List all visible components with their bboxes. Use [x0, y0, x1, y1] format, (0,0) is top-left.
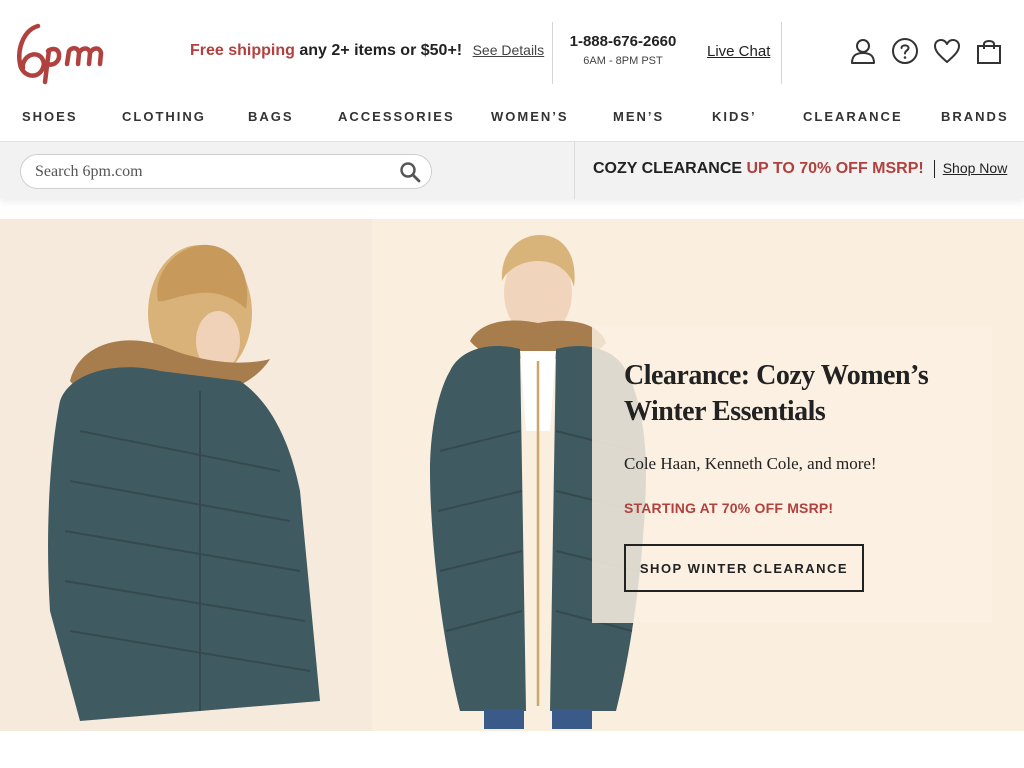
shopping-bag-icon [977, 40, 1001, 64]
nav-item-bags[interactable]: BAGS [248, 109, 294, 124]
banner-separator [933, 160, 935, 178]
shop-now-link[interactable]: Shop Now [943, 160, 1008, 176]
phone-hours: 6AM - 8PM PST [583, 55, 663, 67]
account-button[interactable] [848, 34, 878, 68]
nav-item-brands[interactable]: BRANDS [941, 109, 1009, 124]
cart-button[interactable] [974, 34, 1004, 68]
help-button[interactable] [890, 34, 920, 68]
free-shipping-promo: Free shipping any 2+ items or $50+! See … [190, 42, 544, 60]
nav-item-shoes[interactable]: SHOES [22, 109, 78, 124]
header-divider [781, 22, 782, 84]
wishlist-heart-icon [934, 39, 960, 63]
hero-subtitle: Cole Haan, Kenneth Cole, and more! [624, 454, 877, 473]
banner-offer: UP TO 70% OFF MSRP! [746, 160, 924, 178]
nav-item-kids[interactable]: KIDS’ [712, 109, 757, 124]
wishlist-button[interactable] [932, 34, 962, 68]
live-chat-link[interactable]: Live Chat [707, 43, 770, 60]
hero-banner[interactable]: Clearance: Cozy Women’s Winter Essential… [0, 219, 1024, 731]
hero-title: Clearance: Cozy Women’s Winter Essential… [624, 360, 929, 427]
account-icon [851, 39, 875, 64]
search-box [20, 154, 432, 189]
help-icon [892, 38, 918, 64]
promo-highlight: Free shipping [190, 42, 295, 59]
model-back-view-image [48, 244, 320, 721]
customer-service-phone: 1-888-676-2660 6AM - 8PM PST [553, 33, 693, 67]
search-bar-row: COZY CLEARANCE UP TO 70% OFF MSRP! Shop N… [0, 142, 1024, 199]
see-details-link[interactable]: See Details [473, 42, 545, 58]
banner-label: COZY CLEARANCE [593, 160, 743, 178]
cozy-clearance-banner: COZY CLEARANCE UP TO 70% OFF MSRP! Shop N… [593, 160, 1007, 178]
phone-number[interactable]: 1-888-676-2660 [553, 33, 693, 50]
search-icon [400, 162, 421, 183]
main-navigation: SHOES CLOTHING BAGS ACCESSORIES WOMEN’S … [0, 100, 1024, 142]
promo-text: any 2+ items or $50+! [299, 42, 463, 59]
nav-item-womens[interactable]: WOMEN’S [491, 109, 569, 124]
search-button[interactable] [399, 161, 421, 183]
search-row-divider [574, 142, 575, 199]
6pm-logo[interactable] [12, 18, 114, 86]
search-input[interactable] [35, 161, 375, 183]
6pm-logo-mark [17, 23, 104, 85]
nav-item-accessories[interactable]: ACCESSORIES [338, 109, 455, 124]
site-header: Free shipping any 2+ items or $50+! See … [0, 0, 1024, 100]
header-icons [848, 34, 1004, 68]
hero-offer: STARTING AT 70% OFF MSRP! [624, 500, 834, 516]
shop-winter-clearance-button[interactable]: SHOP WINTER CLEARANCE [624, 544, 864, 592]
nav-item-mens[interactable]: MEN’S [613, 109, 664, 124]
hero-promo-card: Clearance: Cozy Women’s Winter Essential… [592, 326, 992, 623]
nav-item-clearance[interactable]: CLEARANCE [803, 109, 903, 124]
nav-item-clothing[interactable]: CLOTHING [122, 109, 206, 124]
